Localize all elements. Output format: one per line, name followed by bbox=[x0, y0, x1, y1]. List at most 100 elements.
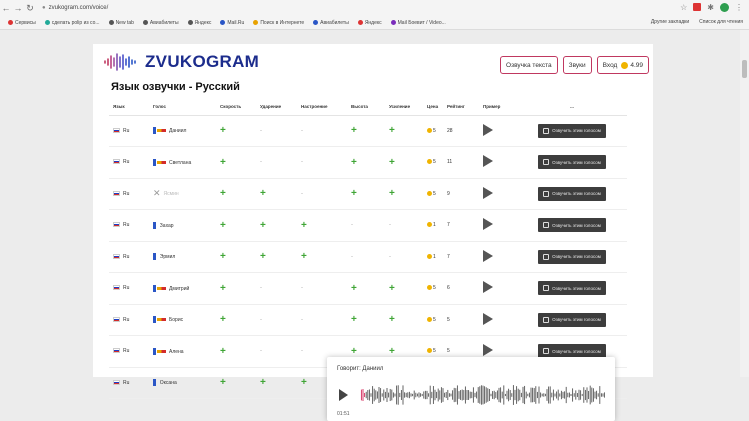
rating-cell: 6 bbox=[443, 272, 479, 305]
tts-button[interactable]: Озвучка текста bbox=[500, 56, 558, 74]
col-header-height: Высота bbox=[347, 99, 385, 116]
bookmark-folder[interactable]: Другие закладки bbox=[651, 19, 689, 25]
extension-icon[interactable] bbox=[693, 3, 702, 11]
profile-icon[interactable] bbox=[720, 3, 729, 12]
voice-name: Ясмин bbox=[163, 191, 179, 198]
browser-nav-row: ← → ↻ ● zvukogram.com/voice/ ☆ ✱ ⋮ bbox=[0, 0, 749, 16]
dash-icon: - bbox=[351, 222, 353, 229]
voice-name: Светлана bbox=[169, 159, 192, 166]
stress-cell: + bbox=[256, 241, 297, 273]
amp-cell: + bbox=[385, 115, 423, 147]
price-cell: 5 bbox=[423, 115, 443, 147]
address-bar[interactable]: ● zvukogram.com/voice/ bbox=[42, 5, 108, 11]
bookmark-label: сделать polip из со... bbox=[51, 20, 100, 26]
lang-cell: Ru bbox=[109, 178, 149, 210]
extensions-puzzle-icon[interactable]: ✱ bbox=[707, 3, 714, 12]
bookmark-item[interactable]: Сервисы bbox=[8, 20, 36, 26]
height-cell: - bbox=[347, 241, 385, 273]
height-cell: + bbox=[347, 272, 385, 305]
bookmark-favicon-icon bbox=[108, 20, 114, 26]
voice-with-this-button[interactable]: Озвучить этим голосом bbox=[538, 218, 606, 233]
rating-cell: 7 bbox=[443, 209, 479, 242]
russia-flag-icon bbox=[113, 348, 120, 354]
play-icon[interactable] bbox=[483, 249, 493, 262]
example-cell bbox=[479, 146, 517, 179]
speed-cell: + bbox=[216, 146, 256, 179]
page-scrollbar[interactable] bbox=[740, 30, 749, 377]
player-play-icon[interactable] bbox=[339, 389, 348, 401]
amp-cell: + bbox=[385, 272, 423, 305]
play-icon[interactable] bbox=[483, 123, 493, 136]
reload-icon[interactable]: ↻ bbox=[24, 3, 36, 14]
mood-cell: + bbox=[297, 209, 347, 242]
star-icon[interactable]: ☆ bbox=[680, 3, 687, 12]
voice-with-this-button[interactable]: Озвучить этим голосом bbox=[538, 312, 606, 327]
bookmark-item[interactable]: New tab bbox=[108, 20, 134, 26]
sounds-button[interactable]: Звуки bbox=[562, 56, 592, 74]
stress-cell: + bbox=[256, 178, 297, 210]
bookmark-item[interactable]: Mail Боевит / Video... bbox=[390, 20, 446, 26]
premium-bar-icon bbox=[157, 318, 166, 322]
bookmark-item[interactable]: Авиабилеты bbox=[313, 20, 349, 26]
voice-cell: Эрмил bbox=[149, 241, 216, 273]
bookmark-item[interactable]: Поиск в Интернете bbox=[253, 20, 304, 26]
table-row: Ru ✕ Ясмин + + - + +5 9 Озвучить этим голосом bbox=[109, 178, 627, 210]
voice-icon bbox=[543, 222, 550, 229]
bookmark-favicon-icon bbox=[44, 20, 50, 26]
voice-name: Даниил bbox=[169, 128, 187, 135]
bookmark-item[interactable]: Яндекс bbox=[357, 20, 382, 26]
voice-name: Борис bbox=[169, 317, 184, 324]
voice-cell: Оксана bbox=[149, 367, 216, 399]
dash-icon: - bbox=[301, 159, 303, 166]
premium-bar-icon bbox=[157, 349, 166, 353]
login-button[interactable]: Вход 4.99 bbox=[596, 56, 649, 74]
gender-icon bbox=[153, 347, 156, 355]
voice-with-this-button[interactable]: Озвучить этим голосом bbox=[538, 123, 606, 138]
bookmark-item[interactable]: Mail.Ru bbox=[220, 20, 244, 26]
voice-with-this-button[interactable]: Озвучить этим голосом bbox=[538, 249, 606, 264]
table-row: Ru Светлана + - - + +5 11 Озвучить этим голосом bbox=[109, 146, 627, 179]
height-cell: + bbox=[347, 146, 385, 179]
forward-icon[interactable]: → bbox=[12, 3, 24, 13]
bookmark-item[interactable]: сделать polip из со... bbox=[44, 20, 100, 26]
scrollbar-thumb[interactable] bbox=[742, 60, 747, 78]
plus-icon: + bbox=[351, 188, 357, 200]
coin-icon bbox=[427, 316, 432, 322]
bookmark-favicon-icon bbox=[142, 20, 148, 26]
voice-name: Дмитрий bbox=[169, 285, 190, 292]
bookmark-label: Яндекс bbox=[194, 20, 212, 26]
action-cell: Озвучить этим голосом bbox=[517, 178, 627, 210]
rating-value: 5 bbox=[447, 348, 450, 355]
menu-icon[interactable]: ⋮ bbox=[735, 3, 743, 12]
player-waveform[interactable] bbox=[355, 384, 605, 406]
dash-icon: - bbox=[301, 348, 303, 355]
example-cell bbox=[479, 304, 517, 336]
plus-icon: + bbox=[389, 314, 395, 326]
bookmark-folder[interactable]: Список для чтения bbox=[699, 19, 743, 25]
logo-wave-icon bbox=[104, 53, 136, 71]
back-icon[interactable]: ← bbox=[0, 3, 12, 13]
bookmark-item[interactable]: Яндекс bbox=[187, 20, 212, 26]
col-header-action: ... bbox=[517, 99, 627, 116]
plus-icon: + bbox=[301, 377, 307, 389]
play-icon[interactable] bbox=[483, 281, 493, 294]
table-row: Ru Борис + - - + +5 5 Озвучить этим голосом bbox=[109, 304, 627, 336]
coin-icon bbox=[427, 253, 432, 259]
voice-with-this-button[interactable]: Озвучить этим голосом bbox=[538, 155, 606, 170]
logo[interactable]: ZVUKOGRAM bbox=[103, 52, 259, 72]
play-icon[interactable] bbox=[483, 312, 493, 325]
play-icon[interactable] bbox=[483, 218, 493, 231]
action-label: Озвучить этим голосом bbox=[552, 254, 601, 260]
voice-with-this-button[interactable]: Озвучить этим голосом bbox=[538, 281, 606, 296]
rating-value: 6 bbox=[447, 285, 450, 292]
voice-with-this-button[interactable]: Озвучить этим голосом bbox=[538, 186, 606, 201]
voice-cell: Дмитрий bbox=[149, 272, 216, 305]
play-icon[interactable] bbox=[483, 186, 493, 199]
play-icon[interactable] bbox=[483, 344, 493, 357]
action-label: Озвучить этим голосом bbox=[552, 128, 601, 134]
stress-cell: + bbox=[256, 209, 297, 242]
play-icon[interactable] bbox=[483, 155, 493, 168]
balance-value: 4.99 bbox=[630, 61, 643, 69]
bookmark-item[interactable]: Авиабилеты bbox=[142, 20, 179, 26]
voice-icon bbox=[543, 348, 550, 355]
